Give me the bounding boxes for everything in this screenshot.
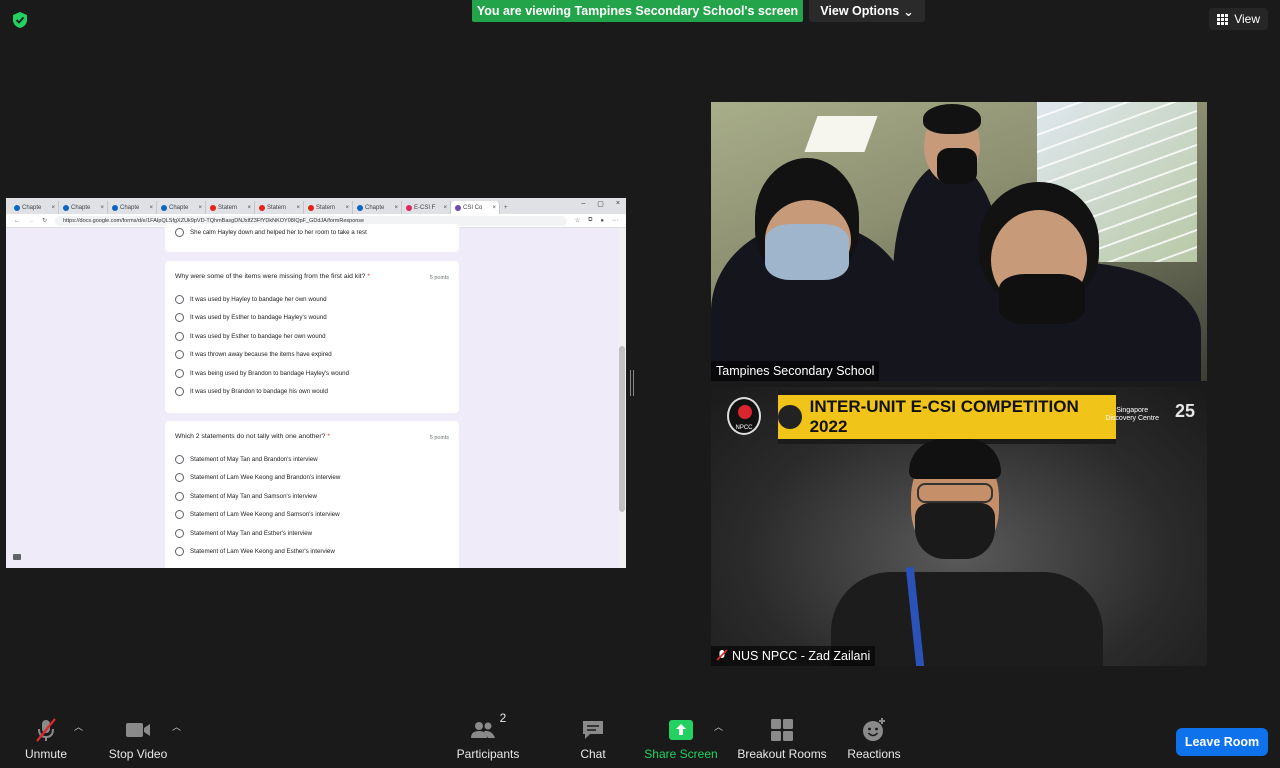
radio-option[interactable]: Statement of May Tan and Samson's interv… (175, 492, 317, 501)
browser-tab[interactable]: Chapte × (10, 201, 59, 214)
video-camera-icon (126, 723, 150, 737)
browser-tab[interactable]: Statem × (206, 201, 255, 214)
browser-tab[interactable]: Statem × (255, 201, 304, 214)
audio-options-caret[interactable]: ︿ (74, 720, 83, 733)
view-options-button[interactable]: View Options ⌄ (809, 0, 925, 22)
radio-option[interactable]: Statement of May Tan and Brandon's inter… (175, 455, 318, 464)
shared-screen[interactable]: Chapte × Chapte × Chapte × Chapte × Statem × … (6, 198, 626, 568)
fingerprint-icon (778, 405, 802, 429)
reload-icon[interactable]: ↻ (42, 217, 47, 224)
muted-mic-icon (716, 649, 728, 661)
radio-option[interactable]: It was thrown away because the items hav… (175, 350, 332, 359)
radio-option[interactable]: It was used by Brandon to bandage his ow… (175, 387, 328, 396)
participants-button[interactable]: 2 Participants (452, 711, 524, 768)
radio-button[interactable] (175, 228, 184, 237)
google-form-area: She calm Hayley down and helped her to h… (6, 224, 626, 568)
npcc-logo: NPCC (727, 397, 761, 435)
radio-option[interactable]: She calm Hayley down and helped her to h… (175, 228, 367, 237)
radio-option[interactable]: Statement of Lam Wee Keong and Samson's … (175, 510, 340, 519)
participant-name-tag: NUS NPCC - Zad Zailani (711, 646, 876, 666)
more-menu-icon[interactable]: ⋯ (612, 217, 618, 224)
video-tile-tampines[interactable]: Tampines Secondary School (711, 102, 1207, 381)
points-label: 5 points (429, 275, 449, 281)
share-screen-icon (669, 720, 693, 740)
breakout-rooms-button[interactable]: Breakout Rooms (736, 712, 828, 768)
browser-tab[interactable]: Chapte × (157, 201, 206, 214)
back-icon[interactable]: ← (14, 218, 20, 224)
radio-option[interactable]: It was being used by Brandon to bandage … (175, 369, 349, 378)
minimize-icon[interactable]: – (581, 200, 585, 208)
radio-option[interactable]: It was used by Esther to bandage Hayley'… (175, 313, 327, 322)
browser-tab[interactable]: Statem × (304, 201, 353, 214)
view-options-label: View Options (820, 4, 900, 18)
collections-icon[interactable]: ⧉ (588, 217, 592, 224)
profile-avatar[interactable]: ● (600, 218, 604, 224)
view-label: View (1234, 12, 1260, 26)
radio-option[interactable]: Statement of May Tan and Esther's interv… (175, 529, 312, 538)
radio-option[interactable]: Statement of Lam Wee Keong and Brandon's… (175, 473, 340, 482)
question-card-1: Why were some of the items were missing … (165, 261, 459, 413)
chevron-down-icon: ⌄ (903, 4, 914, 19)
share-options-caret[interactable]: ︿ (714, 720, 723, 733)
maximize-icon[interactable]: ▢ (597, 200, 604, 208)
radio-option[interactable]: It was used by Hayley to bandage her own… (175, 295, 327, 304)
points-label: 5 points (429, 435, 449, 441)
browser-tab[interactable]: E-CSI F × (402, 201, 451, 214)
browser-tab[interactable]: Chapte × (108, 201, 157, 214)
video-options-caret[interactable]: ︿ (172, 720, 181, 733)
stop-video-button[interactable]: Stop Video (104, 712, 172, 768)
bookmark-star-icon[interactable]: ☆ (575, 217, 580, 224)
security-shield-icon[interactable] (11, 11, 29, 29)
leave-room-button[interactable]: Leave Room (1176, 728, 1268, 756)
sdc-logo: Singapore Discovery Centre (1105, 407, 1159, 422)
grid-icon (1217, 13, 1229, 25)
video-tile-npcc[interactable]: NPCC INTER-UNIT E-CSI COMPETITION 2022 S… (711, 387, 1207, 666)
radio-option[interactable]: It was used by Esther to bandage her own… (175, 332, 326, 341)
browser-tab[interactable]: Chapte × (353, 201, 402, 214)
participants-count: 2 (499, 711, 507, 725)
new-tab-icon[interactable]: + (500, 201, 514, 214)
participant-name-tag: Tampines Secondary School (711, 361, 880, 381)
share-screen-button[interactable]: Share Screen (644, 712, 718, 768)
chat-button[interactable]: Chat (570, 712, 616, 768)
ceiling-light (804, 116, 878, 152)
participants-icon (470, 722, 495, 738)
glasses (917, 483, 993, 503)
previous-question-card: She calm Hayley down and helped her to h… (165, 224, 459, 252)
browser-tab-active[interactable]: CSI Co × (451, 201, 500, 214)
split-view-resize-handle[interactable] (630, 370, 634, 396)
scrollbar-thumb[interactable] (619, 346, 625, 512)
browser-tab-bar: Chapte × Chapte × Chapte × Chapte × Statem × … (6, 198, 626, 214)
competition-banner: INTER-UNIT E-CSI COMPETITION 2022 (778, 390, 1116, 444)
feedback-icon[interactable] (13, 554, 21, 560)
view-button[interactable]: View (1209, 8, 1268, 30)
window-controls: – ▢ × (581, 200, 620, 208)
question-title: Why were some of the items were missing … (175, 273, 370, 280)
meeting-toolbar: Unmute ︿ Stop Video ︿ 2 Participants Cha… (0, 711, 1280, 768)
anniversary-logo: 25 (1174, 401, 1195, 421)
chat-bubble-icon (583, 721, 603, 739)
question-card-2: Which 2 statements do not tally with one… (165, 421, 459, 568)
close-icon[interactable]: × (616, 200, 620, 208)
breakout-rooms-icon (771, 719, 793, 741)
browser-tab[interactable]: Chapte × (59, 201, 108, 214)
viewing-screen-banner: You are viewing Tampines Secondary Schoo… (472, 0, 803, 22)
unmute-button[interactable]: Unmute (18, 712, 74, 768)
forward-icon[interactable]: → (28, 218, 34, 224)
question-title: Which 2 statements do not tally with one… (175, 433, 330, 440)
radio-option[interactable]: Statement of Lam Wee Keong and Esther's … (175, 547, 335, 556)
muted-mic-icon (36, 718, 56, 742)
reactions-button[interactable]: Reactions (844, 712, 904, 768)
reactions-smiley-icon (863, 718, 885, 741)
